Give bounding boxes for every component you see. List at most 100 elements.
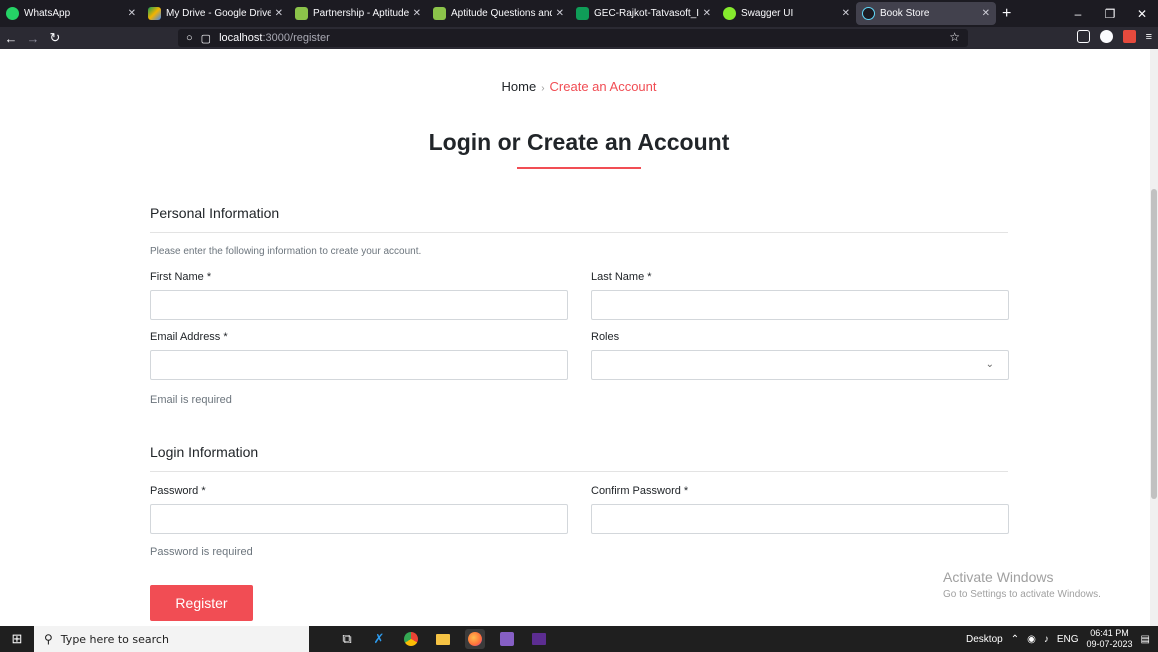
first-name-label: First Name * — [150, 271, 212, 283]
tab-title: WhatsApp — [24, 8, 71, 19]
url-path: :3000/register — [262, 32, 330, 44]
taskbar-search-placeholder: Type here to search — [60, 632, 169, 646]
tab-title: Partnership - Aptitude Q — [313, 8, 409, 19]
task-view-icon[interactable]: ⧉ — [337, 629, 357, 649]
language-indicator[interactable]: ENG — [1057, 634, 1079, 645]
password-error: Password is required — [150, 546, 253, 558]
close-window-icon[interactable]: ✕ — [1126, 7, 1158, 21]
file-explorer-icon[interactable] — [433, 629, 453, 649]
react-icon — [862, 7, 875, 20]
taskbar-search[interactable]: ⚲ Type here to search — [34, 626, 309, 652]
clock-date: 09-07-2023 — [1086, 639, 1133, 649]
pocket-icon[interactable] — [1076, 30, 1090, 43]
breadcrumb: Home › Create an Account — [0, 79, 1150, 94]
reload-icon[interactable]: ↻ — [44, 30, 66, 46]
extension-icon[interactable]: 0 — [1099, 30, 1113, 43]
email-input[interactable] — [150, 350, 568, 380]
page-icon: ▢ — [200, 32, 212, 45]
shield-icon: ○ — [186, 32, 193, 44]
sheets-icon — [576, 7, 589, 20]
tab-whatsapp[interactable]: WhatsApp ✕ — [0, 0, 142, 27]
forward-icon[interactable]: → — [22, 31, 44, 46]
taskbar-apps: ⧉ ✗ — [337, 629, 549, 649]
back-icon[interactable]: ← — [0, 31, 22, 46]
extension-red-icon[interactable] — [1122, 30, 1136, 43]
tab-title: Swagger UI — [741, 8, 794, 19]
tab-aptitude-questions[interactable]: Aptitude Questions and A ✕ — [427, 0, 570, 27]
terminal-icon[interactable] — [529, 629, 549, 649]
menu-icon[interactable]: ≡ — [1146, 31, 1152, 43]
system-tray: Desktop ⌃ ◉ ♪ ENG 06:41 PM 09-07-2023 ▤ — [966, 626, 1158, 652]
minimize-icon[interactable]: – — [1062, 7, 1094, 21]
scrollbar-thumb[interactable] — [1151, 189, 1157, 499]
register-button[interactable]: Register — [150, 585, 253, 621]
chrome-icon[interactable] — [401, 629, 421, 649]
tab-title: My Drive - Google Drive — [166, 8, 271, 19]
close-icon[interactable]: ✕ — [842, 8, 850, 19]
tab-gec-rajkot[interactable]: GEC-Rajkot-Tatvasoft_Int ✕ — [570, 0, 717, 27]
bookmark-star-icon[interactable]: ☆ — [949, 30, 960, 44]
personal-info-title: Personal Information — [150, 205, 280, 221]
desktop-label[interactable]: Desktop — [966, 634, 1003, 645]
toolbar-extensions: 0 ≡ — [1076, 30, 1152, 43]
browser-nav-bar: ← → ↻ ○ ▢ localhost:3000/register ☆ 0 ≡ — [0, 27, 1158, 49]
visual-studio-icon[interactable] — [497, 629, 517, 649]
scrollbar[interactable] — [1150, 49, 1158, 626]
url-host: localhost — [219, 32, 263, 44]
activate-windows-title: Activate Windows — [943, 569, 1054, 585]
close-icon[interactable]: ✕ — [982, 8, 990, 19]
swagger-icon — [723, 7, 736, 20]
notification-icon[interactable]: ▤ — [1141, 634, 1150, 645]
close-icon[interactable]: ✕ — [556, 8, 564, 19]
close-icon[interactable]: ✕ — [703, 8, 711, 19]
divider — [150, 471, 1008, 472]
leaf-icon — [295, 7, 308, 20]
tab-google-drive[interactable]: My Drive - Google Drive ✕ — [142, 0, 289, 27]
firefox-icon[interactable] — [465, 629, 485, 649]
whatsapp-icon — [6, 7, 19, 20]
activate-windows-subtitle: Go to Settings to activate Windows. — [943, 589, 1101, 600]
title-underline — [517, 167, 641, 169]
divider — [150, 232, 1008, 233]
tab-book-store[interactable]: Book Store ✕ — [856, 2, 996, 25]
breadcrumb-current: Create an Account — [549, 79, 657, 94]
login-info-title: Login Information — [150, 444, 259, 460]
tab-title: Book Store — [880, 8, 930, 19]
confirm-password-input[interactable] — [591, 504, 1009, 534]
password-label: Password * — [150, 485, 206, 497]
first-name-input[interactable] — [150, 290, 568, 320]
search-icon: ⚲ — [44, 632, 53, 646]
vscode-icon[interactable]: ✗ — [369, 629, 389, 649]
roles-select[interactable]: ⌄ — [591, 350, 1009, 380]
close-icon[interactable]: ✕ — [128, 8, 136, 19]
url-bar[interactable]: ○ ▢ localhost:3000/register ☆ — [178, 29, 968, 47]
email-label: Email Address * — [150, 331, 228, 343]
leaf-icon — [433, 7, 446, 20]
restore-icon[interactable]: ❐ — [1094, 7, 1126, 21]
chevron-up-icon[interactable]: ⌃ — [1011, 634, 1019, 645]
tab-partnership[interactable]: Partnership - Aptitude Q ✕ — [289, 0, 427, 27]
tab-swagger-ui[interactable]: Swagger UI ✕ — [717, 0, 856, 27]
taskbar: ⊞ ⚲ Type here to search ⧉ ✗ Desktop ⌃ ◉ … — [0, 626, 1158, 652]
windows-start-icon[interactable]: ⊞ — [0, 626, 34, 652]
breadcrumb-separator: › — [541, 83, 545, 94]
new-tab-button[interactable]: + — [1002, 5, 1011, 23]
clock-time: 06:41 PM — [1090, 628, 1129, 638]
breadcrumb-home[interactable]: Home — [502, 79, 537, 94]
confirm-password-label: Confirm Password * — [591, 485, 689, 497]
tab-title: GEC-Rajkot-Tatvasoft_Int — [594, 8, 699, 19]
last-name-label: Last Name * — [591, 271, 652, 283]
network-icon[interactable]: ◉ — [1027, 634, 1036, 645]
last-name-input[interactable] — [591, 290, 1009, 320]
email-error: Email is required — [150, 394, 232, 406]
clock[interactable]: 06:41 PM 09-07-2023 — [1087, 628, 1133, 650]
chevron-down-icon: ⌄ — [985, 359, 994, 370]
browser-tab-strip: WhatsApp ✕ My Drive - Google Drive ✕ Par… — [0, 0, 1158, 27]
tab-title: Aptitude Questions and A — [451, 8, 552, 19]
close-icon[interactable]: ✕ — [275, 8, 283, 19]
close-icon[interactable]: ✕ — [413, 8, 421, 19]
volume-icon[interactable]: ♪ — [1044, 634, 1049, 645]
window-controls: – ❐ ✕ — [1062, 0, 1158, 27]
form-hint: Please enter the following information t… — [150, 246, 422, 257]
password-input[interactable] — [150, 504, 568, 534]
